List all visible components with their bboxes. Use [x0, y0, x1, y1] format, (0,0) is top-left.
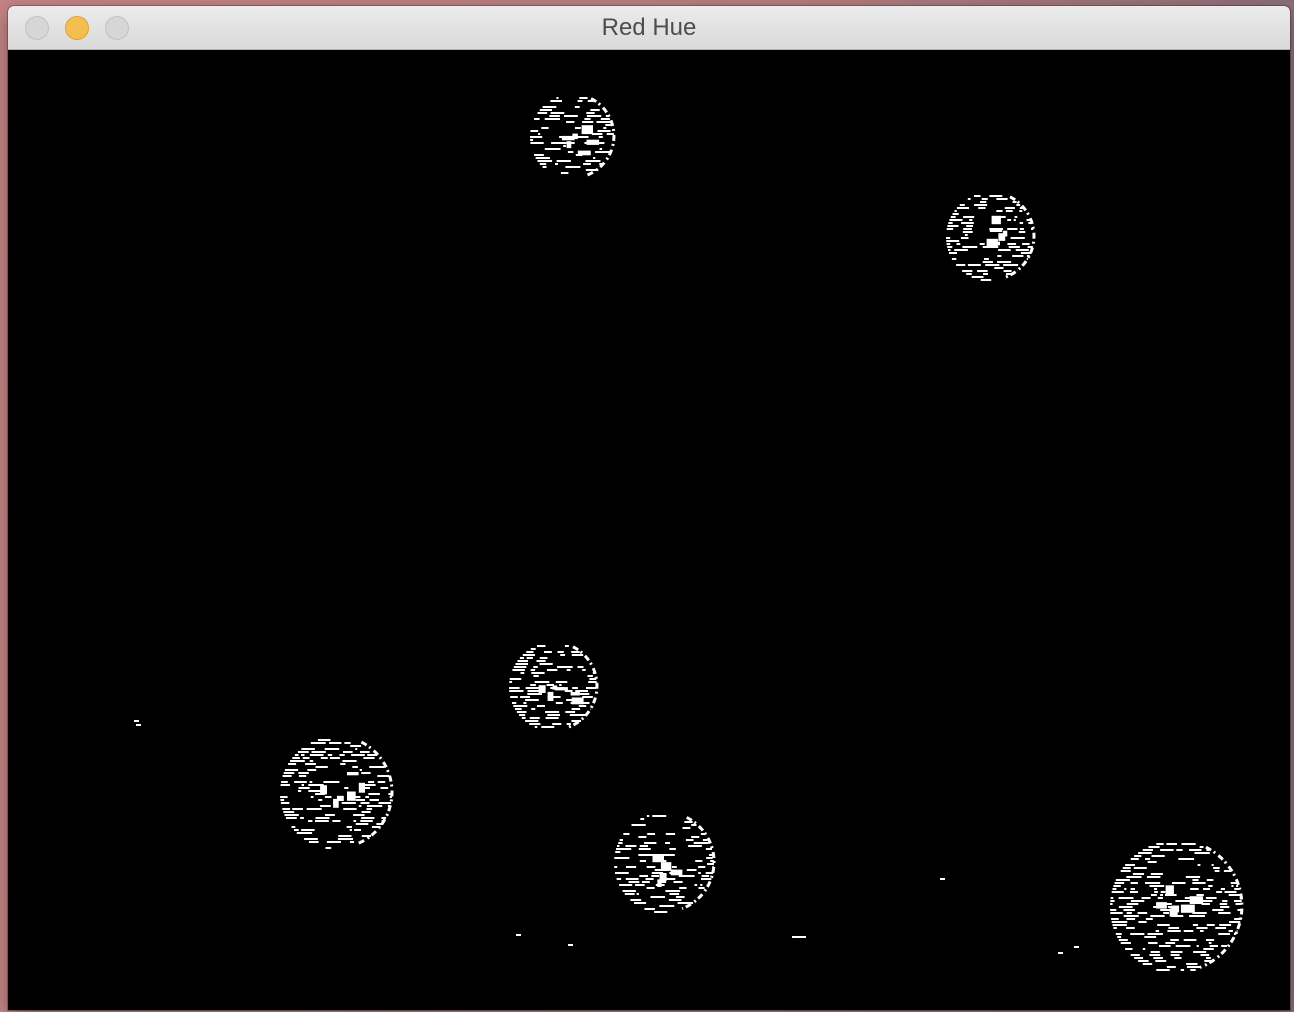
noise-speck — [1058, 952, 1063, 954]
blob-bottom-right — [1110, 843, 1244, 971]
mask-image — [8, 50, 1290, 1010]
image-window: Red Hue — [8, 6, 1290, 1010]
blob-bottom-center — [614, 815, 716, 913]
noise-speck — [568, 944, 573, 946]
noise-speck — [792, 936, 806, 938]
noise-speck — [940, 878, 945, 880]
noise-speck — [1074, 946, 1079, 948]
title-bar[interactable]: Red Hue — [8, 6, 1290, 50]
noise-speck — [134, 720, 139, 722]
blob-lower-left — [280, 739, 394, 849]
blob-top-right — [946, 195, 1036, 281]
window-title: Red Hue — [601, 14, 697, 41]
blob-middle — [509, 645, 599, 729]
noise-speck — [136, 724, 141, 726]
mask-image-canvas — [8, 50, 1290, 1010]
noise-speck — [516, 934, 521, 936]
blob-top — [530, 97, 616, 177]
